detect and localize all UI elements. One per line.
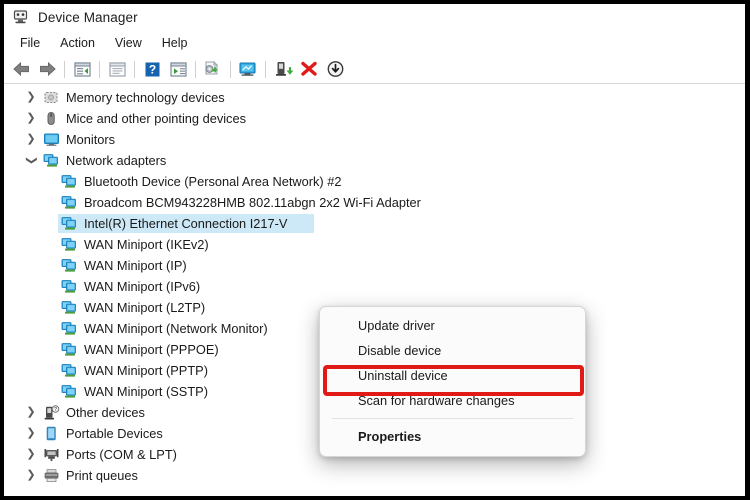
tree-row-label: Broadcom BCM943228HMB 802.11abgn 2x2 Wi-… xyxy=(84,195,421,210)
network-adapter-icon xyxy=(58,279,80,294)
network-adapter-icon xyxy=(58,195,80,210)
tree-row[interactable]: ❯ Print queues xyxy=(4,465,745,486)
menu-action[interactable]: Action xyxy=(50,34,105,52)
network-adapter-icon xyxy=(58,384,80,399)
chevron-right-icon[interactable]: ❯ xyxy=(22,92,40,103)
tree-row-label: Ports (COM & LPT) xyxy=(66,447,177,462)
show-hide-console-tree-icon[interactable] xyxy=(69,57,95,81)
chevron-down-icon[interactable]: ❯ xyxy=(26,152,38,170)
context-menu-separator xyxy=(332,418,573,419)
menu-view[interactable]: View xyxy=(105,34,152,52)
tree-row-label: WAN Miniport (IKEv2) xyxy=(84,237,209,252)
toolbar: ? xyxy=(4,55,745,84)
tree-row-label: Bluetooth Device (Personal Area Network)… xyxy=(84,174,342,189)
tree-row-label: Print queues xyxy=(66,468,138,483)
port-icon xyxy=(40,447,62,462)
monitor-icon xyxy=(40,132,62,147)
context-menu-item-disable-device[interactable]: Disable device xyxy=(320,338,585,363)
tree-row-label: Intel(R) Ethernet Connection I217-V xyxy=(84,216,288,231)
tree-row-label: Network adapters xyxy=(66,153,167,168)
device-manager-window: Device Manager File Action View Help ? ❯… xyxy=(0,0,750,500)
device-tree[interactable]: ❯ Memory technology devices ❯ Mice and o… xyxy=(4,84,745,492)
menu-help[interactable]: Help xyxy=(152,34,198,52)
network-adapter-icon xyxy=(58,216,80,231)
toolbar-separator xyxy=(99,60,100,78)
chevron-right-icon[interactable]: ❯ xyxy=(22,407,40,418)
chevron-right-icon[interactable]: ❯ xyxy=(22,449,40,460)
tree-row-label: WAN Miniport (L2TP) xyxy=(84,300,206,315)
tree-row[interactable]: ❯ Mice and other pointing devices xyxy=(4,108,745,129)
network-adapter-icon xyxy=(58,258,80,273)
svg-text:?: ? xyxy=(54,407,57,413)
toolbar-separator xyxy=(230,60,231,78)
tree-row-label: Memory technology devices xyxy=(66,90,225,105)
tree-row-label: WAN Miniport (IPv6) xyxy=(84,279,201,294)
toolbar-separator xyxy=(265,60,266,78)
network-adapter-icon xyxy=(58,342,80,357)
disable-device-icon[interactable] xyxy=(322,57,348,81)
tree-row[interactable]: Bluetooth Device (Personal Area Network)… xyxy=(4,171,745,192)
help-question-icon[interactable]: ? xyxy=(139,57,165,81)
uninstall-device-icon[interactable] xyxy=(296,57,322,81)
back-arrow-icon[interactable] xyxy=(8,57,34,81)
enable-device-icon[interactable] xyxy=(270,57,296,81)
tree-row-label: WAN Miniport (SSTP) xyxy=(84,384,208,399)
context-menu-item-uninstall-device[interactable]: Uninstall device xyxy=(320,363,585,388)
unknown-device-icon: ? xyxy=(40,405,62,420)
tree-row[interactable]: WAN Miniport (IKEv2) xyxy=(4,234,745,255)
tree-row-label: Monitors xyxy=(66,132,116,147)
titlebar: Device Manager xyxy=(4,4,745,30)
toolbar-separator xyxy=(64,60,65,78)
tree-row[interactable]: Broadcom BCM943228HMB 802.11abgn 2x2 Wi-… xyxy=(4,192,745,213)
tree-row-label: Portable Devices xyxy=(66,426,163,441)
tree-row-label: WAN Miniport (Network Monitor) xyxy=(84,321,268,336)
context-menu-item-properties[interactable]: Properties xyxy=(320,424,585,449)
network-adapter-icon xyxy=(58,237,80,252)
tree-row-label: Mice and other pointing devices xyxy=(66,111,246,126)
forward-arrow-icon[interactable] xyxy=(34,57,60,81)
tree-row-label: Other devices xyxy=(66,405,145,420)
network-adapter-icon xyxy=(58,300,80,315)
update-driver-icon[interactable] xyxy=(200,57,226,81)
tree-row[interactable]: ❯ Monitors xyxy=(4,129,745,150)
network-adapter-icon xyxy=(58,174,80,189)
printer-icon xyxy=(40,468,62,483)
scan-hardware-changes-icon[interactable] xyxy=(235,57,261,81)
chevron-right-icon[interactable]: ❯ xyxy=(22,134,40,145)
menu-bar: File Action View Help xyxy=(4,30,745,55)
memory-card-icon xyxy=(40,90,62,105)
tree-row[interactable]: WAN Miniport (IPv6) xyxy=(4,276,745,297)
tree-row-label: WAN Miniport (PPPOE) xyxy=(84,342,219,357)
toolbar-separator xyxy=(195,60,196,78)
tree-row-label: WAN Miniport (PPTP) xyxy=(84,363,208,378)
chevron-right-icon[interactable]: ❯ xyxy=(22,428,40,439)
context-menu[interactable]: Update driver Disable device Uninstall d… xyxy=(319,306,586,457)
mouse-icon xyxy=(40,111,62,126)
network-adapter-icon xyxy=(58,363,80,378)
window-title: Device Manager xyxy=(38,9,138,25)
context-menu-item-update-driver[interactable]: Update driver xyxy=(320,313,585,338)
device-manager-icon xyxy=(12,9,29,25)
portable-device-icon xyxy=(40,426,62,441)
context-menu-item-scan-for-hardware-changes[interactable]: Scan for hardware changes xyxy=(320,388,585,413)
properties-window-icon[interactable] xyxy=(104,57,130,81)
tree-row[interactable]: WAN Miniport (IP) xyxy=(4,255,745,276)
network-adapter-icon xyxy=(58,321,80,336)
toolbar-separator xyxy=(134,60,135,78)
tree-row-label: WAN Miniport (IP) xyxy=(84,258,187,273)
chevron-right-icon[interactable]: ❯ xyxy=(22,470,40,481)
tree-row[interactable]: ❯ Network adapters xyxy=(4,150,745,171)
menu-file[interactable]: File xyxy=(10,34,50,52)
network-adapter-icon xyxy=(40,153,62,168)
tree-row[interactable]: ❯ Memory technology devices xyxy=(4,87,745,108)
show-hide-action-pane-icon[interactable] xyxy=(165,57,191,81)
svg-text:?: ? xyxy=(149,62,156,76)
tree-row-selected[interactable]: Intel(R) Ethernet Connection I217-V xyxy=(4,213,745,234)
chevron-right-icon[interactable]: ❯ xyxy=(22,113,40,124)
